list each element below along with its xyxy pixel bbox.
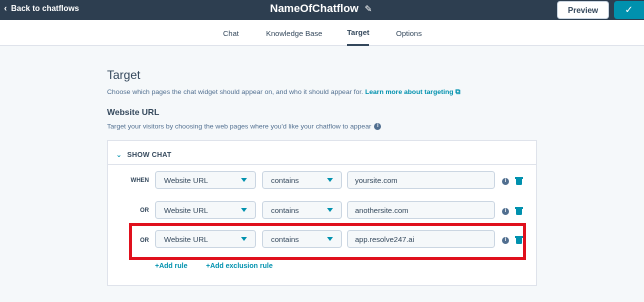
publish-button[interactable]: ✓ bbox=[614, 1, 644, 19]
tab-target[interactable]: Target bbox=[347, 20, 370, 46]
caret-down-icon bbox=[327, 208, 333, 212]
add-rule-link[interactable]: +Add rule bbox=[155, 263, 187, 270]
section-subtitle: Target your visitors by choosing the web… bbox=[107, 123, 382, 130]
show-chat-toggle[interactable]: ⌄ SHOW CHAT bbox=[116, 151, 172, 160]
select-value: Website URL bbox=[164, 175, 209, 185]
tab-knowledge-base[interactable]: Knowledge Base bbox=[266, 20, 322, 46]
rule-connector: OR bbox=[140, 208, 149, 214]
rule-field-select[interactable]: Website URL bbox=[155, 171, 256, 189]
tab-bar: Chat Knowledge Base Target Options bbox=[0, 20, 644, 46]
tab-options[interactable]: Options bbox=[396, 20, 422, 46]
rule-connector: WHEN bbox=[130, 178, 149, 184]
learn-more-link[interactable]: Learn more about targeting ⧉ bbox=[365, 89, 460, 96]
info-icon[interactable]: i bbox=[374, 123, 382, 130]
rule-operator-select[interactable]: contains bbox=[262, 171, 342, 189]
target-description: Choose which pages the chat widget shoul… bbox=[107, 89, 460, 97]
top-bar: ‹ Back to chatflows NameOfChatflow ✎ Pre… bbox=[0, 0, 644, 20]
rule-value-input[interactable]: yoursite.com bbox=[347, 171, 495, 189]
rule-operator-select[interactable]: contains bbox=[262, 201, 342, 219]
divider bbox=[107, 164, 537, 165]
preview-button[interactable]: Preview bbox=[557, 1, 609, 19]
caret-down-icon bbox=[327, 178, 333, 182]
chatflow-name: NameOfChatflow bbox=[270, 3, 359, 15]
pencil-icon[interactable]: ✎ bbox=[365, 4, 373, 14]
show-chat-label: SHOW CHAT bbox=[127, 151, 172, 159]
chevron-down-icon: ⌄ bbox=[116, 152, 123, 159]
add-exclusion-rule-link[interactable]: +Add exclusion rule bbox=[206, 263, 273, 270]
select-value: contains bbox=[271, 175, 299, 185]
external-link-icon: ⧉ bbox=[455, 89, 461, 96]
rule-field-select[interactable]: Website URL bbox=[155, 201, 256, 219]
select-value: Website URL bbox=[164, 205, 209, 215]
description-text: Choose which pages the chat widget shoul… bbox=[107, 89, 364, 96]
info-icon[interactable]: i bbox=[502, 178, 509, 185]
trash-icon[interactable] bbox=[515, 177, 523, 185]
highlight-box bbox=[129, 223, 526, 260]
check-icon: ✓ bbox=[624, 4, 634, 16]
caret-down-icon bbox=[241, 208, 247, 212]
back-label: Back to chatflows bbox=[11, 4, 80, 13]
trash-icon[interactable] bbox=[515, 207, 523, 215]
back-to-chatflows-link[interactable]: ‹ Back to chatflows bbox=[4, 3, 80, 14]
select-value: contains bbox=[271, 205, 299, 215]
page-title: Target bbox=[107, 68, 141, 82]
tab-chat[interactable]: Chat bbox=[223, 20, 239, 46]
section-title: Website URL bbox=[107, 107, 160, 117]
rule-value-input[interactable]: anothersite.com bbox=[347, 201, 495, 219]
info-icon[interactable]: i bbox=[502, 208, 509, 215]
caret-down-icon bbox=[241, 178, 247, 182]
chatflow-title[interactable]: NameOfChatflow ✎ bbox=[270, 3, 372, 15]
chevron-left-icon: ‹ bbox=[4, 3, 7, 13]
